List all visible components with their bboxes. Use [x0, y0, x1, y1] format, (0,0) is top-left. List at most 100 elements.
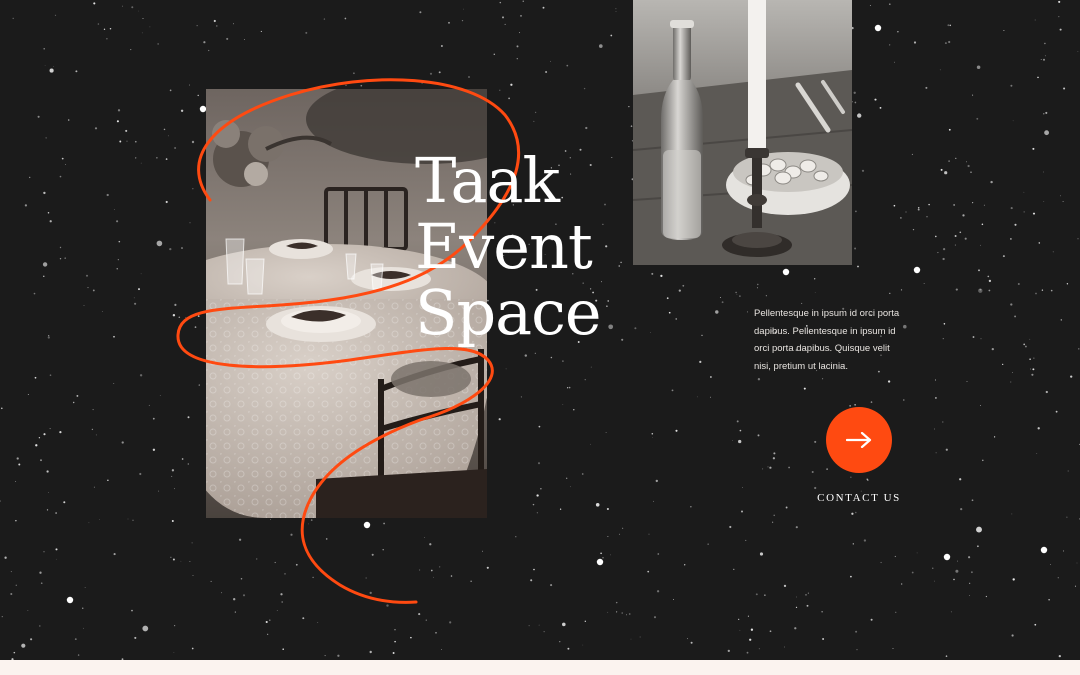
star	[967, 164, 970, 168]
star	[93, 2, 96, 5]
star	[46, 470, 49, 473]
star	[976, 526, 982, 533]
star	[516, 45, 519, 48]
star	[981, 223, 984, 226]
star	[208, 49, 210, 52]
star	[853, 91, 856, 94]
star	[935, 235, 937, 238]
star	[290, 533, 293, 536]
star	[1034, 623, 1037, 626]
star	[1031, 373, 1034, 376]
star	[173, 652, 175, 654]
star	[533, 120, 535, 122]
star	[45, 137, 47, 139]
star	[43, 191, 46, 195]
star	[15, 520, 17, 522]
star	[242, 594, 246, 597]
star	[77, 654, 80, 656]
star	[1057, 577, 1059, 579]
star	[980, 338, 982, 340]
star	[274, 561, 276, 564]
star	[849, 405, 851, 407]
star	[132, 519, 134, 521]
star	[516, 58, 518, 60]
star	[106, 193, 109, 197]
star	[630, 638, 632, 640]
star	[740, 510, 744, 513]
star	[140, 162, 142, 164]
star	[1003, 29, 1005, 32]
star	[605, 432, 607, 434]
star	[12, 17, 14, 20]
star	[1067, 470, 1069, 472]
star	[925, 86, 928, 89]
star	[49, 374, 52, 377]
star	[699, 360, 702, 364]
star	[1024, 345, 1027, 348]
star	[651, 433, 654, 435]
star	[538, 624, 540, 626]
star	[707, 543, 709, 545]
star	[964, 237, 967, 240]
star	[1052, 251, 1054, 253]
star	[735, 291, 737, 294]
star	[628, 106, 630, 108]
contact-arrow-button[interactable]	[826, 407, 892, 473]
star	[156, 157, 158, 159]
star	[429, 72, 433, 75]
star	[419, 11, 422, 14]
star	[690, 506, 692, 508]
star	[806, 604, 809, 607]
contact-us-link[interactable]: CONTACT US	[800, 492, 918, 504]
star	[178, 316, 181, 318]
star	[650, 332, 651, 333]
star	[386, 604, 389, 607]
star	[850, 476, 852, 478]
star	[944, 171, 948, 175]
star	[171, 475, 173, 477]
star	[1050, 564, 1051, 565]
star	[855, 511, 857, 514]
star	[861, 169, 865, 172]
star	[353, 72, 355, 75]
star	[939, 69, 941, 71]
star	[856, 649, 858, 651]
bottle-candle-photo	[633, 0, 852, 265]
star	[605, 245, 608, 248]
star	[117, 259, 119, 261]
star	[371, 553, 374, 556]
star	[559, 508, 562, 510]
star	[163, 128, 166, 131]
star	[852, 543, 854, 545]
star	[647, 570, 650, 573]
star	[602, 223, 604, 225]
star	[152, 448, 156, 451]
star	[690, 641, 693, 644]
star	[901, 583, 903, 585]
star	[988, 279, 992, 283]
star	[302, 617, 305, 620]
star	[956, 560, 958, 562]
star	[210, 580, 212, 582]
star	[510, 83, 513, 86]
star	[344, 17, 347, 20]
star	[243, 39, 245, 40]
star	[607, 536, 609, 538]
star	[528, 625, 530, 627]
star	[857, 113, 862, 118]
star	[913, 266, 921, 274]
star	[363, 521, 371, 529]
star	[618, 265, 620, 267]
star	[310, 519, 313, 521]
star	[369, 591, 372, 595]
star	[666, 297, 669, 300]
star	[988, 289, 991, 292]
star	[325, 538, 328, 540]
star	[43, 48, 45, 50]
star	[983, 204, 985, 206]
star	[928, 203, 930, 206]
star	[1014, 223, 1017, 226]
star	[40, 582, 43, 585]
star	[21, 643, 26, 648]
star	[880, 561, 882, 564]
